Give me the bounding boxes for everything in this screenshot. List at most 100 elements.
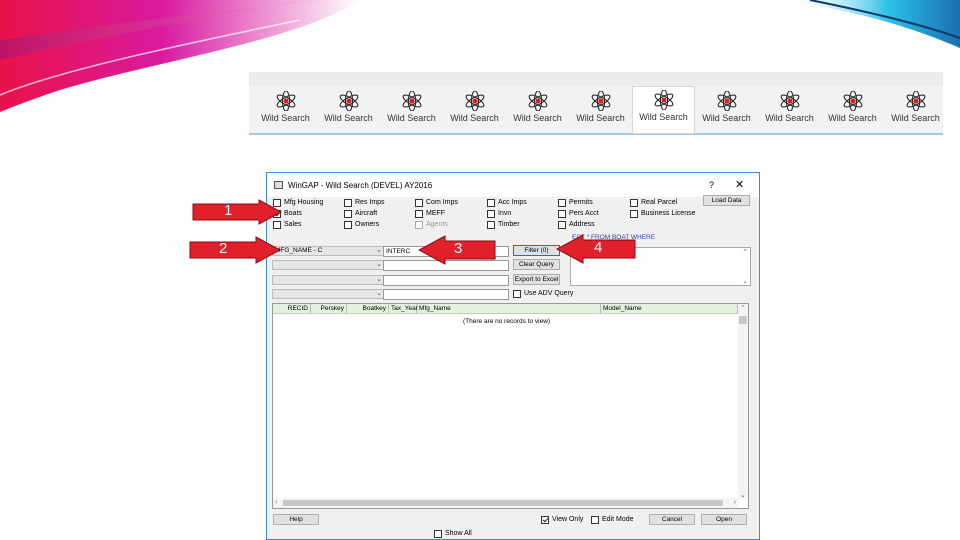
cancel-button[interactable]: Cancel xyxy=(649,514,695,525)
wild-search-toolbar-button[interactable]: Wild Search xyxy=(380,88,443,132)
record-type-checkbox-label: Timber xyxy=(498,221,520,228)
toolbar-button-label: Wild Search xyxy=(639,112,688,122)
atom-icon xyxy=(528,91,547,111)
record-type-checkbox-box[interactable] xyxy=(487,199,495,207)
grid-scroll-up-icon[interactable]: ⌃ xyxy=(740,304,746,312)
record-type-checkbox-label: Owners xyxy=(355,221,380,228)
grid-column-header[interactable]: Mfg_Name xyxy=(417,304,601,314)
record-type-checkbox[interactable]: Com Imps xyxy=(415,198,458,208)
record-type-checkbox[interactable]: Aircraft xyxy=(344,209,377,219)
callout-arrow-4: 4 xyxy=(555,234,636,264)
record-type-checkbox[interactable]: Business License xyxy=(630,209,695,219)
atom-icon xyxy=(843,91,862,111)
grid-column-header[interactable]: Model_Name xyxy=(601,304,738,314)
help-button[interactable]: Help xyxy=(273,514,319,525)
grid-scroll-down-icon[interactable]: ⌄ xyxy=(740,491,746,499)
value-field[interactable] xyxy=(383,289,509,300)
record-type-checkbox-box[interactable] xyxy=(487,221,495,229)
results-grid[interactable]: RECID Perskey Boatkey Tax_Year Mfg_Name Model… xyxy=(272,303,749,509)
view-only-checkbox[interactable]: View Only xyxy=(541,515,583,525)
export-to-excel-button[interactable]: Export to Excel xyxy=(513,274,560,285)
show-all-box[interactable] xyxy=(434,530,442,538)
wild-search-toolbar-button[interactable]: Wild Search xyxy=(443,88,506,132)
record-type-checkbox[interactable]: Timber xyxy=(487,220,520,230)
app-icon xyxy=(274,181,283,189)
record-type-checkbox[interactable]: Address xyxy=(558,220,595,230)
record-type-checkbox-box[interactable] xyxy=(415,210,423,218)
record-type-checkbox[interactable]: Pers Acct xyxy=(558,209,599,219)
record-type-checkbox[interactable]: Invn xyxy=(487,209,511,219)
show-all-checkbox[interactable]: Show All xyxy=(434,529,472,539)
record-type-checkbox-box[interactable] xyxy=(344,199,352,207)
field-combo[interactable]: ⌄ xyxy=(272,289,385,299)
chevron-down-icon[interactable]: ⌄ xyxy=(376,247,382,255)
grid-hscroll-thumb[interactable] xyxy=(283,500,723,506)
wild-search-toolbar-button[interactable]: Wild Search xyxy=(254,88,317,132)
wild-search-toolbar-button[interactable]: Wild Search xyxy=(317,88,380,132)
wild-search-toolbar-button[interactable]: Wild Search xyxy=(695,88,758,132)
value-field[interactable] xyxy=(383,275,509,286)
record-type-checkbox[interactable]: Res Imps xyxy=(344,198,385,208)
wild-search-toolbar-button[interactable]: Wild Search xyxy=(632,86,695,134)
grid-horizontal-scrollbar[interactable]: ‹ › xyxy=(273,498,738,508)
atom-icon xyxy=(906,91,925,111)
grid-scroll-right-icon[interactable]: › xyxy=(734,499,736,506)
wild-search-toolbar-button[interactable]: Wild Search xyxy=(821,88,884,132)
top-right-swoosh xyxy=(780,0,960,48)
record-type-checkbox[interactable]: Acc Imps xyxy=(487,198,527,208)
record-type-checkbox-box[interactable] xyxy=(630,210,638,218)
filter-button[interactable]: Filter (0) xyxy=(513,245,560,256)
record-type-checkbox[interactable]: Agents xyxy=(415,220,448,230)
atom-icon xyxy=(402,91,421,111)
grid-vertical-scrollbar[interactable]: ⌃ ⌄ xyxy=(738,304,748,499)
field-combo[interactable]: MFG_NAME - C ⌄ xyxy=(272,246,385,256)
wild-search-toolbar-button[interactable]: Wild Search xyxy=(569,88,632,132)
clear-query-button[interactable]: Clear Query xyxy=(513,259,560,270)
record-type-checkbox-box[interactable] xyxy=(558,210,566,218)
view-only-box[interactable] xyxy=(541,516,549,524)
edit-mode-box[interactable] xyxy=(591,516,599,524)
grid-vscroll-thumb[interactable] xyxy=(739,316,747,324)
edit-mode-checkbox[interactable]: Edit Mode xyxy=(591,515,634,525)
record-type-checkbox-box[interactable] xyxy=(487,210,495,218)
callout-number: 4 xyxy=(594,239,603,256)
grid-column-header[interactable]: Perskey xyxy=(311,304,347,314)
wild-search-toolbar-button[interactable]: Wild Search xyxy=(884,88,947,132)
field-combo[interactable]: ⌄ xyxy=(272,275,385,285)
record-type-checkbox[interactable]: Permits xyxy=(558,198,593,208)
close-icon[interactable]: ✕ xyxy=(735,178,744,191)
record-type-checkbox-box[interactable] xyxy=(344,210,352,218)
grid-column-header[interactable]: Boatkey xyxy=(347,304,389,314)
field-combo[interactable]: ⌄ xyxy=(272,260,385,270)
grid-scroll-left-icon[interactable]: ‹ xyxy=(275,499,277,506)
grid-column-header[interactable]: RECID xyxy=(273,304,311,314)
use-adv-query-box[interactable] xyxy=(513,290,521,298)
load-data-button[interactable]: Load Data xyxy=(703,195,750,206)
wild-search-toolbar: Wild Search Wild Search Wild Search Wild Se… xyxy=(249,72,943,135)
record-type-checkbox[interactable]: Real Parcel xyxy=(630,198,677,208)
toolbar-button-label: Wild Search xyxy=(324,113,373,123)
grid-column-header[interactable]: Tax_Year xyxy=(389,304,418,314)
grid-empty-message: (There are no records to view) xyxy=(463,318,551,325)
sql-scroll-down-icon[interactable]: ⌄ xyxy=(742,277,748,285)
wild-search-toolbar-button[interactable]: Wild Search xyxy=(506,88,569,132)
chevron-down-icon[interactable]: ⌄ xyxy=(376,290,382,298)
use-adv-query-checkbox[interactable]: Use ADV Query xyxy=(513,289,573,299)
record-type-checkbox-box[interactable] xyxy=(558,199,566,207)
record-type-checkbox-label: Com Imps xyxy=(426,199,458,206)
open-button[interactable]: Open xyxy=(701,514,747,525)
record-type-checkbox-label: Business License xyxy=(641,210,696,217)
record-type-checkbox[interactable]: MEFF xyxy=(415,209,445,219)
help-question-icon[interactable]: ? xyxy=(709,180,714,190)
record-type-checkbox-box[interactable] xyxy=(630,199,638,207)
record-type-checkbox-box[interactable] xyxy=(415,221,423,229)
record-type-checkbox-box[interactable] xyxy=(344,221,352,229)
callout-number: 2 xyxy=(219,240,228,257)
record-type-checkbox-box[interactable] xyxy=(415,199,423,207)
record-type-checkbox[interactable]: Owners xyxy=(344,220,379,230)
record-type-checkbox-box[interactable] xyxy=(558,221,566,229)
sql-scroll-up-icon[interactable]: ⌃ xyxy=(742,248,748,256)
chevron-down-icon[interactable]: ⌄ xyxy=(376,261,382,269)
wild-search-toolbar-button[interactable]: Wild Search xyxy=(758,88,821,132)
chevron-down-icon[interactable]: ⌄ xyxy=(376,276,382,284)
